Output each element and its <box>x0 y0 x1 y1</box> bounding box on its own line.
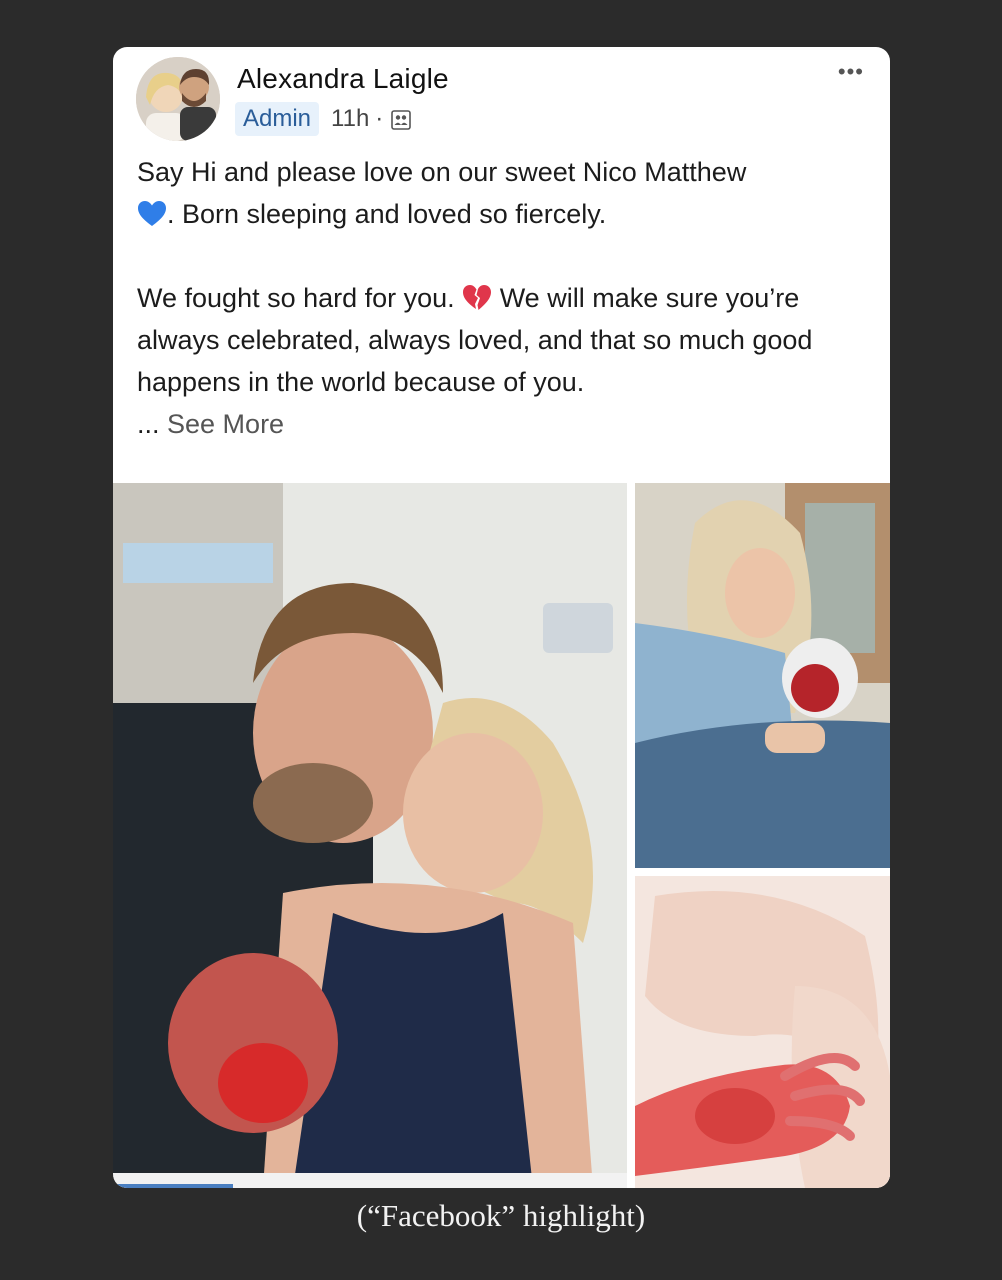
photo-couple-with-baby-image <box>113 483 627 1188</box>
post-card: Alexandra Laigle Admin 11h · ••• Say Hi … <box>113 47 890 1188</box>
post-line-2: . Born sleeping and loved so fiercely. <box>137 193 872 235</box>
photo-baby-hand-image <box>635 876 890 1188</box>
group-icon <box>391 109 412 130</box>
post-meta: Admin 11h · <box>235 101 412 137</box>
see-more-link[interactable]: See More <box>167 409 284 439</box>
meta-separator: · <box>375 105 384 132</box>
post-line-2-text: . Born sleeping and loved so fiercely. <box>167 199 607 229</box>
more-options-button[interactable]: ••• <box>838 59 864 85</box>
photo-mother-holding-baby-image <box>635 483 890 868</box>
post-line-1: Say Hi and please love on our sweet Nico… <box>137 157 747 187</box>
more-dots-icon: ••• <box>837 59 864 84</box>
author-name[interactable]: Alexandra Laigle <box>237 63 449 95</box>
photo-baby-hand[interactable] <box>635 876 890 1188</box>
see-more-line: ... See More <box>137 403 872 445</box>
post-text: Say Hi and please love on our sweet Nico… <box>137 151 872 445</box>
photo-couple-with-baby[interactable] <box>113 483 627 1188</box>
post-paragraph-2-start: We fought so hard for you. <box>137 283 463 313</box>
ellipsis: ... <box>137 409 168 439</box>
broken-heart-icon <box>462 282 492 310</box>
screenshot-caption: (“Facebook” highlight) <box>356 1198 646 1233</box>
admin-badge: Admin <box>235 102 320 136</box>
photo-mother-holding-baby[interactable] <box>635 483 890 868</box>
avatar-photo <box>136 57 220 141</box>
blue-heart-icon <box>137 198 167 226</box>
media-progress-bar <box>113 1184 233 1188</box>
author-avatar[interactable] <box>136 57 220 141</box>
post-time[interactable]: 11h <box>331 105 369 133</box>
post-paragraph-2: We fought so hard for you. We will make … <box>137 277 872 403</box>
